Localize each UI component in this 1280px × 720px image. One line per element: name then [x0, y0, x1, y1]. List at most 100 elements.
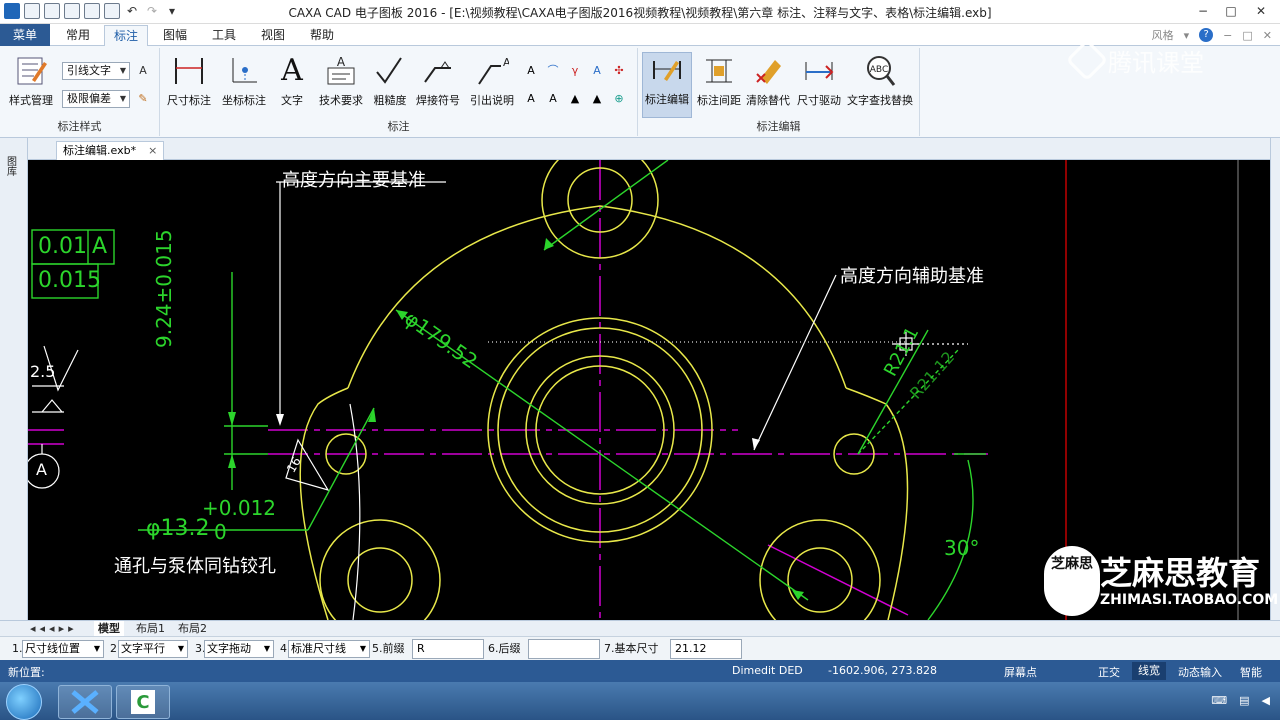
tolerance-combo[interactable]: 极限偏差 ▼	[62, 90, 130, 108]
part-outline	[299, 160, 909, 620]
center-hole-icon[interactable]: ⊕	[610, 90, 628, 108]
tech-requirement-button[interactable]: A 技术要求	[316, 54, 366, 108]
chevron-down-icon: ▼	[93, 644, 100, 653]
taskbar-camtasia-app[interactable]: C	[116, 685, 170, 719]
dim-drive-button[interactable]: 尺寸驱动	[794, 54, 844, 108]
hole-tolerance-lower: 0	[214, 520, 227, 544]
layout-nav-arrows[interactable]: ◂◂◂▸▸	[30, 622, 78, 635]
group-dim-edit: 标注编辑 标注间距 清除替代 尺寸驱动 ABC 文字查找替换 标注编辑	[638, 48, 920, 136]
dynamic-input-toggle[interactable]: 动态输入	[1178, 664, 1222, 680]
start-button[interactable]	[6, 684, 42, 720]
tencent-classroom-watermark: 腾讯课堂	[1065, 38, 1262, 82]
group-label-dimension: 标注	[387, 120, 410, 133]
leader-text-combo[interactable]: 引线文字 ▼	[62, 62, 130, 80]
ribbon-close-icon[interactable]: ✕	[1263, 29, 1272, 42]
group-label-style: 标注样式	[57, 120, 102, 133]
maximize-button[interactable]: □	[1218, 2, 1244, 20]
svg-text:C: C	[136, 692, 149, 713]
close-button[interactable]: ✕	[1248, 2, 1274, 20]
svg-text:A: A	[337, 55, 346, 69]
angle-dim-icon[interactable]: γ	[566, 62, 584, 80]
standard-dimline-select[interactable]: 标准尺寸线 ▼	[288, 640, 370, 658]
suffix-label: 6.后缀	[488, 642, 521, 655]
help-icon[interactable]: ?	[1199, 28, 1214, 42]
brush-icon[interactable]: ✎	[134, 90, 152, 108]
text-drag-value: 文字拖动	[207, 642, 251, 655]
ribbon-minimize-icon[interactable]: −	[1223, 29, 1232, 42]
dim-edit-button[interactable]: 标注编辑	[642, 52, 692, 118]
arrow-up-icon[interactable]: ▲	[566, 90, 584, 108]
cone-icon[interactable]: ▲	[588, 90, 606, 108]
tolerance-frame-icon[interactable]: A	[588, 62, 606, 80]
text-drag-select[interactable]: 文字拖动 ▼	[204, 640, 274, 658]
dimline-position-select[interactable]: 尺寸线位置 ▼	[22, 640, 104, 658]
library-side-panel[interactable]: 图库	[0, 138, 28, 620]
zhimasi-brand-text: 芝麻思教育	[1100, 554, 1261, 592]
tab-tools[interactable]: 工具	[202, 25, 246, 46]
tab-dimension[interactable]: 标注	[104, 25, 148, 46]
lineweight-toggle[interactable]: 线宽	[1132, 662, 1166, 680]
roughness-button[interactable]: 粗糙度	[370, 54, 410, 108]
white-arrowheads	[276, 414, 760, 450]
suffix-input[interactable]	[528, 639, 600, 659]
clear-override-button[interactable]: 清除替代	[744, 54, 792, 108]
weld-symbol-button[interactable]: 焊接符号	[412, 54, 464, 108]
dimension-button[interactable]: 尺寸标注	[166, 54, 212, 108]
snap-mode[interactable]: 屏幕点	[1004, 664, 1037, 680]
tab-view[interactable]: 视图	[251, 25, 295, 46]
ribbon-restore-icon[interactable]: □	[1242, 29, 1252, 42]
system-tray: ⌨ ▤ ◀	[1211, 694, 1270, 707]
tab-model[interactable]: 模型	[94, 621, 124, 637]
text-style-icon[interactable]: A	[134, 62, 152, 80]
document-tab-label: 标注编辑.exb*	[63, 144, 137, 157]
text-parallel-select[interactable]: 文字平行 ▼	[118, 640, 188, 658]
coord-dimension-button[interactable]: 坐标标注	[218, 54, 270, 108]
keyboard-icon[interactable]: ⌨	[1211, 694, 1227, 707]
surface-icon[interactable]: ⌒	[544, 62, 562, 80]
style-label[interactable]: 风格	[1152, 27, 1174, 43]
ribbon-dropdown-icon[interactable]: ▾	[1184, 29, 1190, 42]
network-icon[interactable]: ▤	[1239, 694, 1249, 707]
caxa-cad-window: ↶ ↷ ▾ CAXA CAD 电子图板 2016 - [E:\视频教程\CAXA…	[0, 0, 1280, 720]
caxa-app-icon	[71, 690, 99, 714]
dim-edit-label: 标注编辑	[645, 93, 689, 106]
tencent-logo-icon	[1065, 38, 1109, 82]
taskbar-caxa-app[interactable]	[58, 685, 112, 719]
dim-edit-icon	[650, 53, 684, 87]
smart-toggle[interactable]: 智能	[1240, 664, 1262, 680]
roughness-icon	[373, 54, 407, 88]
library-label: 图库	[7, 157, 17, 178]
clear-override-label: 清除替代	[746, 94, 790, 107]
tab-common[interactable]: 常用	[56, 25, 100, 46]
center-mark-icon[interactable]: ✣	[610, 62, 628, 80]
tolerance-value: 极限偏差	[67, 92, 111, 105]
datum-icon[interactable]: A	[522, 62, 540, 80]
group-dimension-style: 样式管理 引线文字 ▼ 极限偏差 ▼ A ✎ 标注样式	[0, 48, 160, 136]
minimize-button[interactable]: −	[1190, 2, 1216, 20]
datum-target-icon[interactable]: A	[522, 90, 540, 108]
ortho-toggle[interactable]: 正交	[1098, 664, 1120, 680]
document-tab[interactable]: 标注编辑.exb* ×	[56, 141, 165, 160]
text-button[interactable]: A 文字	[274, 54, 310, 108]
volume-icon[interactable]: ◀	[1262, 694, 1270, 707]
dim-spacing-button[interactable]: 标注间距	[694, 54, 744, 108]
prefix-input[interactable]: R	[412, 639, 484, 659]
document-close-icon[interactable]: ×	[148, 144, 157, 157]
tab-layout2[interactable]: 布局2	[174, 621, 211, 637]
tab-sheet[interactable]: 图幅	[153, 25, 197, 46]
text-find-replace-button[interactable]: ABC 文字查找替换	[844, 54, 916, 108]
base-size-input[interactable]: 21.12	[670, 639, 742, 659]
leader-note-button[interactable]: A 引出说明	[466, 54, 518, 108]
tab-help[interactable]: 帮助	[300, 25, 344, 46]
style-manager-button[interactable]: 样式管理	[6, 54, 56, 108]
weld-symbol-label: 焊接符号	[416, 94, 460, 107]
chevron-down-icon: ▼	[177, 644, 184, 653]
zhimasi-watermark: 芝麻思 芝麻思教育 ZHIMASI.TAOBAO.COM	[1042, 542, 1280, 618]
hatch-text-icon[interactable]: A	[544, 90, 562, 108]
svg-text:ABC: ABC	[870, 65, 888, 75]
tab-layout1[interactable]: 布局1	[132, 621, 169, 637]
weld-symbol-icon	[421, 54, 455, 88]
zhimasi-url-text: ZHIMASI.TAOBAO.COM	[1100, 592, 1279, 608]
tab-menu[interactable]: 菜单	[0, 24, 50, 46]
option1-number: 1.	[12, 642, 23, 655]
